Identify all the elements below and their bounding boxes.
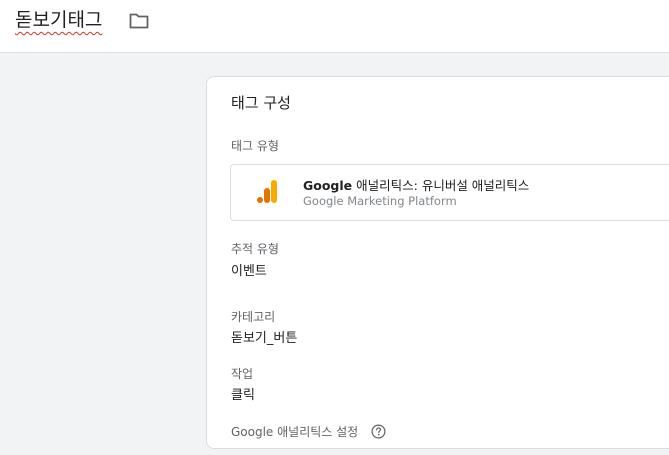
tag-type-name-product: 애널리틱스: 유니버설 애널리틱스	[352, 178, 530, 193]
google-analytics-icon	[257, 180, 277, 203]
help-icon[interactable]	[371, 424, 386, 439]
tracking-type-label: 추적 유형	[231, 242, 279, 256]
tag-type-name: Google 애널리틱스: 유니버설 애널리틱스	[303, 175, 529, 194]
tag-editor-header: 돋보기태그	[0, 0, 669, 53]
category-value: 돋보기_버튼	[231, 331, 298, 346]
tag-configuration-card[interactable]: 태그 구성 태그 유형 Google 애널리틱스: 유니버설 애널리틱스 Goo…	[206, 76, 669, 449]
action-label: 작업	[231, 367, 254, 381]
tag-type-platform: Google Marketing Platform	[303, 194, 457, 208]
tracking-type-value: 이벤트	[231, 264, 267, 279]
analytics-settings-label: Google 애널리틱스 설정	[231, 425, 359, 439]
action-value: 클릭	[231, 388, 255, 403]
folder-icon[interactable]	[129, 13, 149, 29]
tag-name-title[interactable]: 돋보기태그	[15, 7, 102, 33]
card-title: 태그 구성	[231, 94, 291, 112]
category-label: 카테고리	[231, 310, 276, 324]
analytics-settings-row: Google 애널리틱스 설정	[231, 421, 386, 439]
tag-type-label: 태그 유형	[231, 139, 279, 153]
tag-type-name-brand: Google	[303, 178, 353, 193]
tag-type-selector[interactable]: Google 애널리틱스: 유니버설 애널리틱스 Google Marketin…	[230, 164, 669, 221]
